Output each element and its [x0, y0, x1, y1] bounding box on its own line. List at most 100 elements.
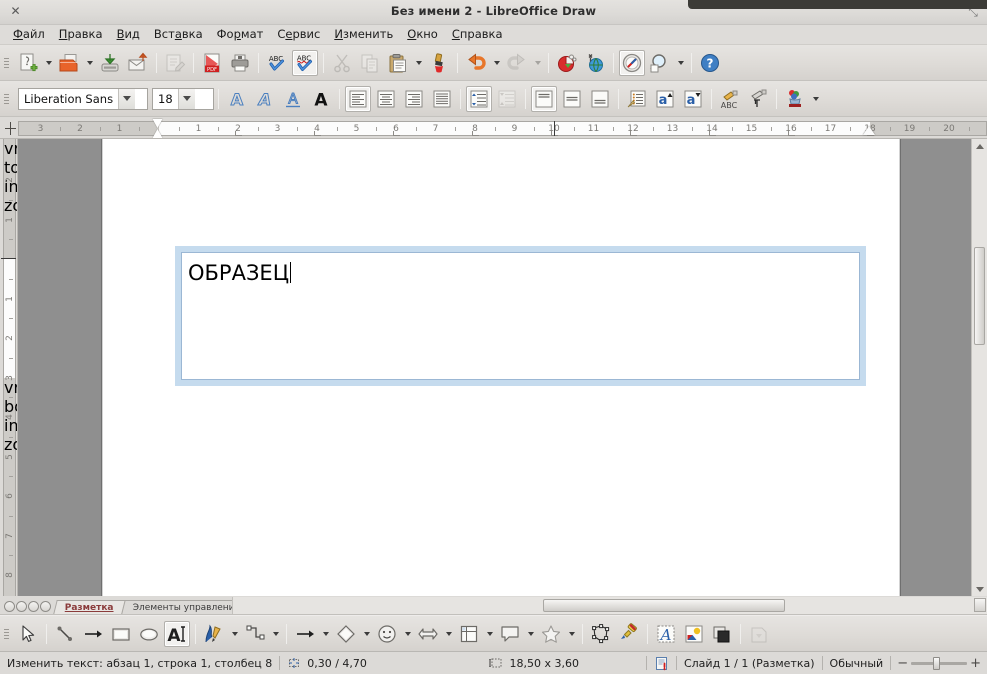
rectangle-tool-button[interactable] — [108, 621, 134, 647]
basic-shapes-dropdown-icon[interactable] — [360, 621, 373, 647]
curves-dropdown-icon[interactable] — [228, 621, 241, 647]
autospellcheck-button[interactable]: ABC — [292, 49, 318, 76]
menu-insert[interactable]: Вставка — [147, 26, 210, 43]
right-indent-marker[interactable] — [863, 126, 875, 135]
help-button[interactable]: ? — [697, 50, 723, 76]
symbol-shapes-dropdown-icon[interactable] — [401, 621, 414, 647]
clone-formatting-button[interactable] — [426, 50, 452, 76]
align-center-button[interactable] — [373, 86, 399, 112]
drawing-canvas[interactable]: ОБРАЗЕЦ — [18, 139, 971, 596]
line-ends-with-arrow-button[interactable] — [80, 621, 106, 647]
paste-dropdown-icon[interactable] — [412, 50, 425, 76]
new-document-button[interactable] — [15, 50, 41, 76]
new-document-dropdown-icon[interactable] — [42, 50, 55, 76]
block-arrows-dropdown-icon[interactable] — [442, 621, 455, 647]
open-document-button[interactable] — [56, 50, 82, 76]
export-as-pdf-button[interactable]: PDF — [199, 50, 225, 76]
send-as-email-button[interactable] — [125, 50, 151, 76]
cut-button[interactable] — [329, 50, 355, 76]
block-arrows-button[interactable] — [415, 621, 441, 647]
character-dialog-button[interactable]: ABC — [717, 86, 743, 112]
align-left-button[interactable] — [345, 85, 371, 112]
left-indent-marker[interactable] — [152, 119, 164, 138]
points-button[interactable] — [588, 621, 614, 647]
undo-dropdown-icon[interactable] — [490, 50, 503, 76]
align-justified-button[interactable] — [429, 86, 455, 112]
redo-button[interactable] — [504, 50, 530, 76]
lines-and-arrows-dropdown-icon[interactable] — [319, 621, 332, 647]
next-layer-button[interactable] — [28, 601, 39, 612]
font-size-combobox[interactable]: 18 — [152, 87, 214, 110]
vertical-ruler[interactable]: vruler-top-inactive-zonevruler-bottom-in… — [0, 139, 18, 596]
align-right-button[interactable] — [401, 86, 427, 112]
bullets-and-numbering-button[interactable] — [624, 86, 650, 112]
menu-edit[interactable]: Правка — [52, 26, 110, 43]
font-name-dropdown-icon[interactable] — [118, 88, 136, 109]
styles-and-formatting-button[interactable] — [782, 86, 808, 112]
save-document-button[interactable] — [97, 50, 123, 76]
menu-help[interactable]: Справка — [445, 26, 510, 43]
curves-and-polygons-button[interactable] — [201, 621, 227, 647]
glue-points-button[interactable] — [616, 621, 642, 647]
italic-button[interactable]: A — [252, 86, 278, 112]
font-size-dropdown-icon[interactable] — [177, 88, 195, 109]
redo-dropdown-icon[interactable] — [531, 50, 544, 76]
bold-button[interactable]: A — [224, 86, 250, 112]
status-document-modified[interactable] — [647, 652, 676, 674]
toggle-extrusion-button[interactable] — [709, 621, 735, 647]
fontwork-button[interactable]: A — [653, 621, 679, 647]
scroll-up-button[interactable] — [972, 139, 987, 153]
paste-button[interactable] — [385, 50, 411, 76]
ellipse-tool-button[interactable] — [136, 621, 162, 647]
zoom-slider[interactable]: − + — [891, 656, 987, 670]
connectors-dropdown-icon[interactable] — [269, 621, 282, 647]
styles-dropdown-icon[interactable] — [809, 86, 822, 112]
shadow-button[interactable] — [746, 621, 772, 647]
text-box-content[interactable]: ОБРАЗЕЦ — [188, 261, 292, 285]
paragraph-dialog-button[interactable] — [745, 86, 771, 112]
align-top-button[interactable] — [531, 85, 557, 112]
basic-shapes-button[interactable] — [333, 621, 359, 647]
select-tool-button[interactable] — [15, 621, 41, 647]
format-toolbar-grip[interactable] — [2, 86, 11, 112]
font-name-combobox[interactable]: Liberation Sans — [18, 87, 148, 110]
menu-modify[interactable]: Изменить — [327, 26, 400, 43]
last-layer-button[interactable] — [40, 601, 51, 612]
zoom-slider-knob[interactable] — [933, 656, 941, 670]
chart-button[interactable] — [554, 50, 580, 76]
scroll-down-button[interactable] — [972, 582, 987, 596]
vertical-ruler-scale[interactable]: vruler-top-inactive-zonevruler-bottom-in… — [1, 139, 17, 596]
print-document-button[interactable] — [227, 50, 253, 76]
connectors-button[interactable] — [242, 621, 268, 647]
font-color-button[interactable]: A — [308, 86, 334, 112]
menu-tools[interactable]: Сервис — [270, 26, 327, 43]
callout-shapes-button[interactable] — [497, 621, 523, 647]
stars-and-banners-button[interactable] — [538, 621, 564, 647]
align-bottom-button[interactable] — [587, 86, 613, 112]
decrease-font-size-button[interactable]: a — [680, 86, 706, 112]
vertical-scroll-thumb[interactable] — [974, 247, 985, 345]
spelling-check-button[interactable]: ABC — [264, 50, 290, 76]
standard-toolbar-grip[interactable] — [2, 50, 11, 76]
edit-mode-button[interactable] — [162, 50, 188, 76]
text-box-object[interactable]: ОБРАЗЕЦ — [175, 246, 866, 386]
horizontal-scroll-thumb[interactable] — [543, 599, 785, 612]
zoom-dropdown-icon[interactable] — [674, 50, 687, 76]
open-document-dropdown-icon[interactable] — [83, 50, 96, 76]
horizontal-ruler[interactable]: 3211234567891011121314151617181920 — [0, 117, 987, 139]
show-draw-functions-button[interactable] — [619, 49, 645, 76]
insert-image-button[interactable] — [681, 621, 707, 647]
align-middle-button[interactable] — [559, 86, 585, 112]
insert-text-box-button[interactable]: A — [164, 620, 190, 647]
underline-button[interactable]: A — [280, 86, 306, 112]
menu-file[interactable]: Файл — [6, 26, 52, 43]
menu-format[interactable]: Формат — [210, 26, 271, 43]
zoom-slider-track[interactable] — [911, 656, 968, 670]
symbol-shapes-button[interactable] — [374, 621, 400, 647]
menu-window[interactable]: Окно — [400, 26, 445, 43]
zoom-out-button[interactable]: − — [897, 657, 908, 670]
drawing-toolbar-grip[interactable] — [2, 621, 11, 647]
undo-button[interactable] — [463, 50, 489, 76]
flowchart-dropdown-icon[interactable] — [483, 621, 496, 647]
copy-button[interactable] — [357, 50, 383, 76]
